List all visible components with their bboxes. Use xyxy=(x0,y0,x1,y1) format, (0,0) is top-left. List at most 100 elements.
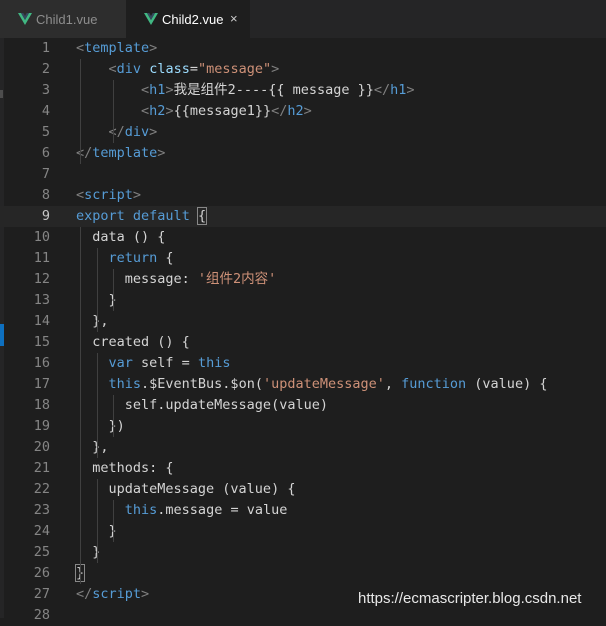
code-line[interactable]: 16 var self = this xyxy=(0,353,606,374)
close-icon[interactable]: × xyxy=(230,11,238,26)
code-token: 我是组件2----{{ message }} xyxy=(173,82,374,98)
code-line[interactable]: 19 }) xyxy=(0,416,606,437)
code-line[interactable]: 11 return { xyxy=(0,248,606,269)
code-editor[interactable]: 1 <template> 2 <div class="message"> 3 <h1>… xyxy=(0,38,606,623)
code-token: h2 xyxy=(149,103,166,119)
code-token: = xyxy=(189,61,198,77)
code-token: .$EventBus.$on( xyxy=(141,376,263,392)
code-line[interactable]: 25 } xyxy=(0,542,606,563)
code-text: <div class="message"> xyxy=(76,59,280,80)
code-line[interactable]: 1 <template> xyxy=(0,38,606,59)
code-line[interactable]: 6 </template> xyxy=(0,143,606,164)
tab-label: Child2.vue xyxy=(162,12,224,27)
code-line[interactable]: 28 xyxy=(0,605,606,626)
code-token: > xyxy=(132,187,142,203)
code-line[interactable]: 2 <div class="message"> xyxy=(0,59,606,80)
code-line[interactable]: 8 <script> xyxy=(0,185,606,206)
line-number: 13 xyxy=(33,292,50,308)
code-text: updateMessage (value) { xyxy=(76,479,296,500)
code-token: export xyxy=(76,208,125,224)
line-number: 14 xyxy=(33,313,50,329)
vue-logo-icon xyxy=(144,13,158,25)
code-text: export default { xyxy=(76,206,208,227)
code-token: script xyxy=(92,586,142,602)
code-token: message: xyxy=(76,271,198,287)
code-token: < xyxy=(141,103,150,119)
code-line[interactable]: 13 } xyxy=(0,290,606,311)
indent-guide xyxy=(113,500,114,542)
code-line[interactable]: 26} xyxy=(0,563,606,584)
code-token: > xyxy=(141,586,150,602)
code-line[interactable]: 23 this.message = value xyxy=(0,500,606,521)
line-number: 25 xyxy=(33,544,50,560)
code-token: > xyxy=(149,124,158,140)
code-token: > xyxy=(165,103,174,119)
tab-bar: Child1.vue Child2.vue × xyxy=(0,0,606,38)
code-line[interactable]: 9 export default { xyxy=(0,206,606,227)
tab-child2[interactable]: Child2.vue × xyxy=(126,0,250,38)
code-line[interactable]: 14 }, xyxy=(0,311,606,332)
code-line[interactable]: 12 message: '组件2内容' xyxy=(0,269,606,290)
code-token: '组件2内容' xyxy=(197,271,277,287)
line-number: 1 xyxy=(41,40,50,56)
code-text: <h2>{{message1}}</h2> xyxy=(76,101,312,122)
line-number: 21 xyxy=(33,460,50,476)
tab-child1[interactable]: Child1.vue xyxy=(0,0,126,38)
code-line[interactable]: 17 this.$EventBus.$on('updateMessage', f… xyxy=(0,374,606,395)
code-token: (value) { xyxy=(466,376,548,392)
code-line[interactable]: 10 data () { xyxy=(0,227,606,248)
code-token: > xyxy=(303,103,312,119)
code-line[interactable]: 5 </div> xyxy=(0,122,606,143)
code-line[interactable]: 22 updateMessage (value) { xyxy=(0,479,606,500)
code-token: h1 xyxy=(149,82,166,98)
line-number: 11 xyxy=(33,250,50,266)
indent-guide xyxy=(113,395,114,437)
code-line[interactable]: 21 methods: { xyxy=(0,458,606,479)
code-token: this xyxy=(108,376,142,392)
code-line[interactable]: 20 }, xyxy=(0,437,606,458)
code-token: > xyxy=(157,145,166,161)
line-number: 12 xyxy=(33,271,50,287)
code-token: var xyxy=(108,355,133,371)
line-number: 24 xyxy=(33,523,50,539)
code-text: var self = this xyxy=(76,353,231,374)
indent-guide xyxy=(97,248,98,332)
indent-guide xyxy=(80,59,81,164)
code-token: this xyxy=(197,355,231,371)
code-token: < xyxy=(108,61,117,77)
code-token: function xyxy=(401,376,467,392)
code-token: { xyxy=(196,207,208,225)
code-line[interactable]: 7 xyxy=(0,164,606,185)
code-token: div xyxy=(116,61,142,77)
code-token: this xyxy=(124,502,158,518)
line-number: 18 xyxy=(33,397,50,413)
code-token: > xyxy=(165,82,174,98)
code-line[interactable]: 4 <h2>{{message1}}</h2> xyxy=(0,101,606,122)
code-token: </ xyxy=(76,586,93,602)
code-token: h1 xyxy=(390,82,407,98)
code-token: self = xyxy=(132,355,198,371)
line-number: 15 xyxy=(33,334,50,350)
code-token: < xyxy=(76,187,85,203)
code-token: methods: { xyxy=(76,460,174,476)
code-text: <template> xyxy=(76,38,157,59)
indent-guide xyxy=(113,269,114,311)
code-line[interactable]: 18 self.updateMessage(value) xyxy=(0,395,606,416)
line-number: 22 xyxy=(33,481,50,497)
code-token: div xyxy=(124,124,150,140)
code-token: return xyxy=(108,250,158,266)
line-number: 7 xyxy=(41,166,50,182)
code-token: updateMessage (value) { xyxy=(76,481,296,497)
code-token: > xyxy=(271,61,280,77)
code-text: message: '组件2内容' xyxy=(76,269,277,290)
code-line[interactable]: 24 } xyxy=(0,521,606,542)
code-token: > xyxy=(406,82,415,98)
code-line[interactable]: 15 created () { xyxy=(0,332,606,353)
line-number: 2 xyxy=(41,61,50,77)
code-token: .message = value xyxy=(157,502,288,518)
code-line[interactable]: 3 <h1>我是组件2----{{ message }}</h1> xyxy=(0,80,606,101)
code-token: template xyxy=(92,145,158,161)
